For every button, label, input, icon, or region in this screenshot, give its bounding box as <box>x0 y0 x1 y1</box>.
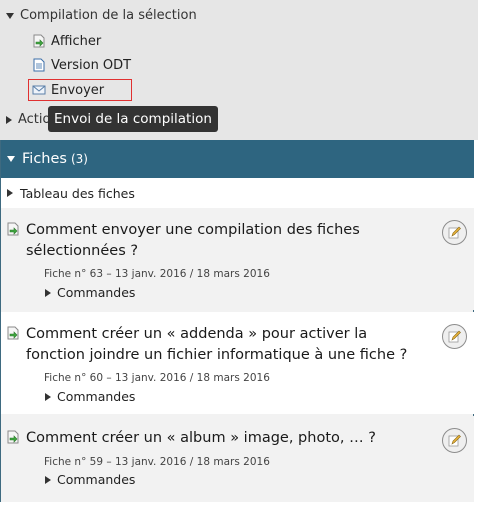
commandes-toggle[interactable]: Commandes <box>45 285 135 300</box>
commandes-label: Commandes <box>57 472 136 487</box>
document-icon <box>33 58 45 72</box>
fiches-panel-header[interactable]: Fiches (3) <box>1 140 474 178</box>
envelope-icon <box>32 85 46 95</box>
menu-item-afficher[interactable]: Afficher <box>32 31 101 51</box>
commandes-toggle[interactable]: Commandes <box>45 472 135 487</box>
caret-right-icon <box>6 115 12 124</box>
caret-right-icon <box>7 189 13 197</box>
menu-item-label: Afficher <box>51 33 102 49</box>
fiche-card: Comment créer un « addenda » pour active… <box>1 312 474 414</box>
caret-down-icon <box>7 156 15 162</box>
fiches-panel: Fiches (3) Tableau des fiches Comment en… <box>0 140 474 502</box>
menu-item-label: Envoyer <box>51 82 105 98</box>
tableau-label: Tableau des fiches <box>20 185 135 201</box>
arrow-page-icon <box>7 326 19 340</box>
fiche-meta: Fiche n° 63 – 13 janv. 2016 / 18 mars 20… <box>44 268 270 280</box>
tooltip-envoi: Envoi de la compilation <box>48 106 218 132</box>
commandes-toggle[interactable]: Commandes <box>45 389 135 404</box>
compilation-title: Compilation de la sélection <box>20 8 197 23</box>
pencil-icon <box>448 226 461 239</box>
edit-button[interactable] <box>442 324 467 349</box>
fiche-title-link[interactable]: Comment envoyer une compilation des fich… <box>26 220 426 262</box>
fiche-meta: Fiche n° 59 – 13 janv. 2016 / 18 mars 20… <box>44 456 270 468</box>
edit-button[interactable] <box>442 428 467 453</box>
commandes-label: Commandes <box>57 389 136 404</box>
pencil-icon <box>448 434 461 447</box>
compilation-section: Compilation de la sélection Afficher Ver… <box>0 0 478 140</box>
caret-right-icon <box>45 475 51 484</box>
fiche-title-link[interactable]: Comment créer un « addenda » pour active… <box>26 324 426 366</box>
fiche-card: Comment créer un « album » image, photo,… <box>1 416 474 502</box>
compilation-toggle[interactable]: Compilation de la sélection <box>6 8 197 23</box>
fiche-card: Comment envoyer une compilation des fich… <box>1 208 474 310</box>
menu-item-version-odt[interactable]: Version ODT <box>32 55 131 75</box>
pencil-icon <box>448 330 461 343</box>
actions-toggle[interactable]: Actio <box>6 112 50 127</box>
actions-title: Actio <box>18 112 51 127</box>
commandes-label: Commandes <box>57 285 136 300</box>
arrow-page-icon <box>7 430 19 444</box>
arrow-page-icon <box>7 222 19 236</box>
caret-right-icon <box>45 392 51 401</box>
fiche-meta: Fiche n° 60 – 13 janv. 2016 / 18 mars 20… <box>44 372 270 384</box>
tableau-des-fiches-toggle[interactable]: Tableau des fiches <box>1 178 474 208</box>
fiche-title-link[interactable]: Comment créer un « album » image, photo,… <box>26 428 426 449</box>
menu-item-envoyer[interactable]: Envoyer <box>28 79 132 101</box>
panel-count: (3) <box>70 152 88 166</box>
panel-title: Fiches <box>22 151 67 167</box>
edit-button[interactable] <box>442 220 467 245</box>
menu-item-label: Version ODT <box>51 57 132 73</box>
caret-right-icon <box>45 288 51 297</box>
arrow-page-icon <box>33 34 45 48</box>
caret-down-icon <box>6 12 14 19</box>
